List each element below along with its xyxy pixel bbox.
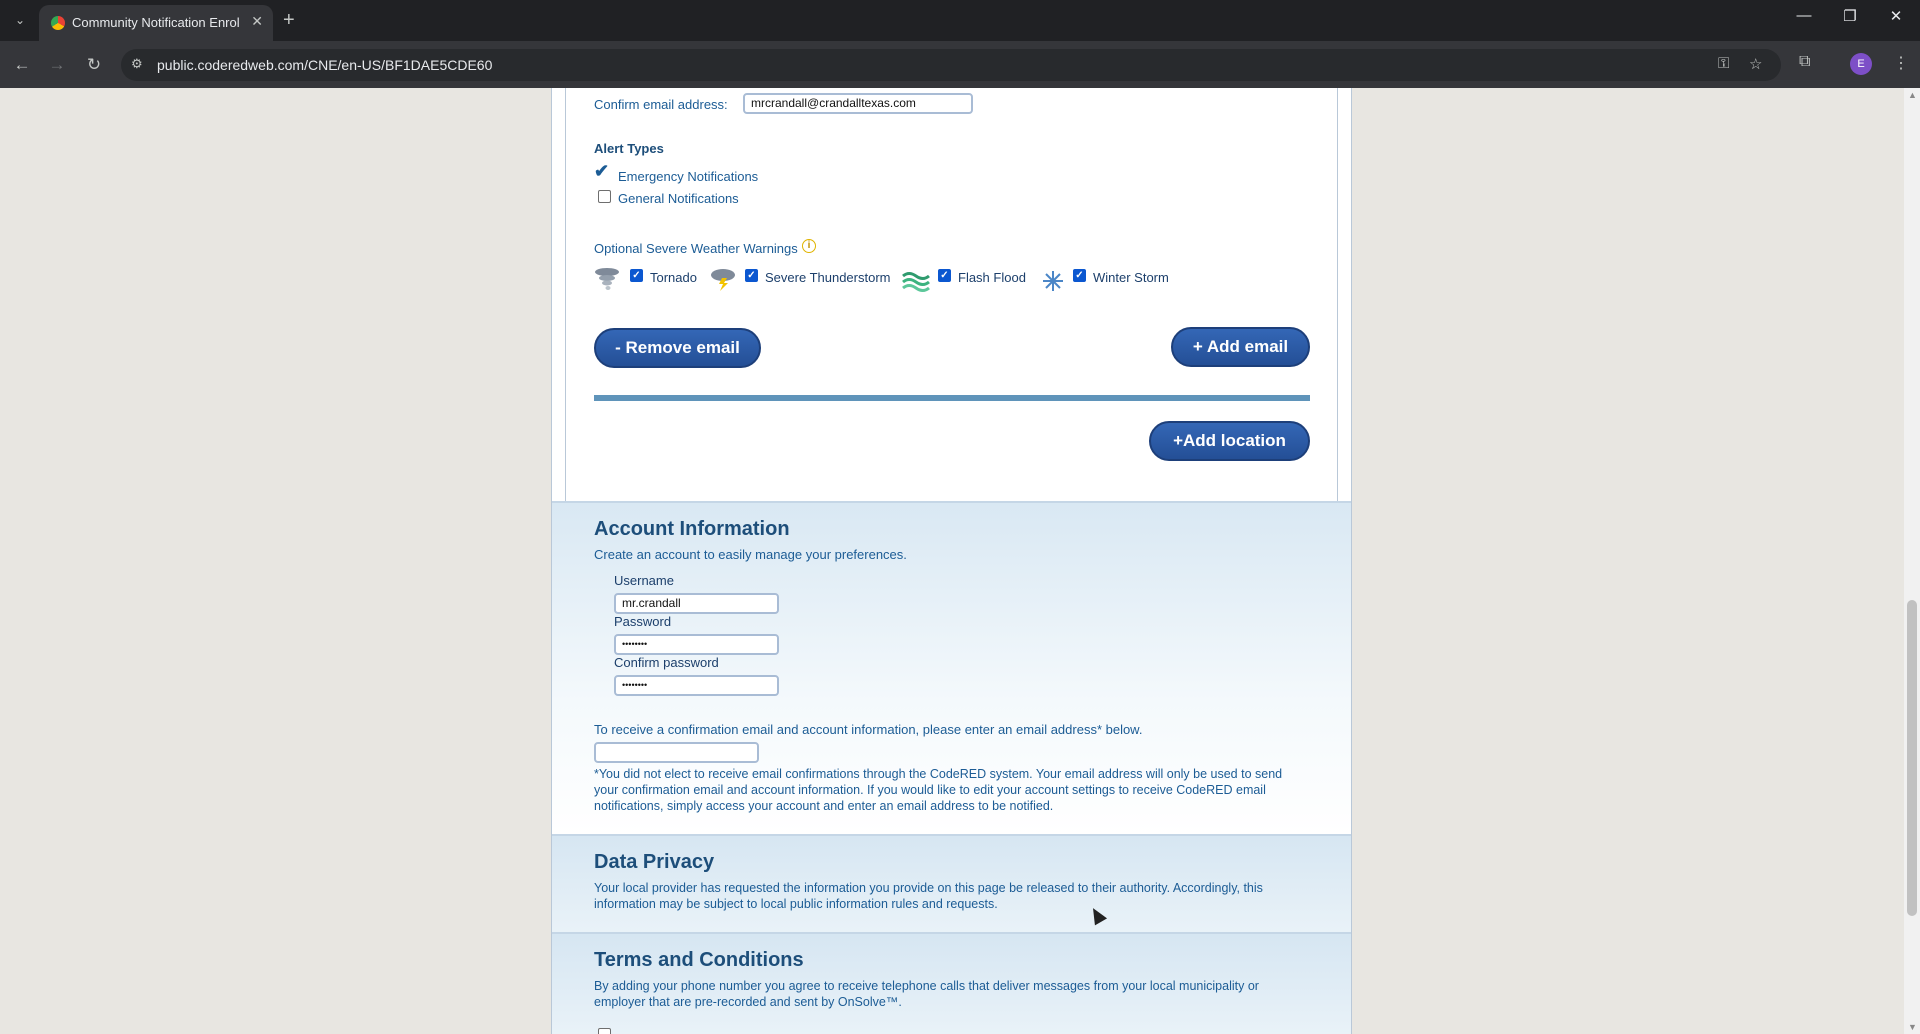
scroll-down-icon[interactable]: ▼ xyxy=(1908,1022,1917,1032)
account-subtitle: Create an account to easily manage your … xyxy=(594,547,907,562)
profile-avatar[interactable]: E xyxy=(1850,53,1872,75)
address-bar[interactable]: ⚙ public.coderedweb.com/CNE/en-US/BF1DAE… xyxy=(121,49,1781,81)
flash-flood-icon xyxy=(902,272,930,292)
terms-text: By adding your phone number you agree to… xyxy=(594,979,1259,1009)
remove-email-button[interactable]: - Remove email xyxy=(594,328,761,368)
tab-strip: ⌄ Community Notification Enrollm ✕ + — ❐… xyxy=(0,0,1920,41)
password-field[interactable]: •••••••• xyxy=(614,634,779,655)
page-scrollbar[interactable]: ▲ ▼ xyxy=(1904,88,1920,1034)
severe-thunderstorm-checkbox[interactable]: ✓ xyxy=(745,269,758,282)
extensions-icon[interactable]: ⧉ xyxy=(1799,53,1810,71)
confirmation-email-prompt: To receive a confirmation email and acco… xyxy=(594,722,1143,737)
thunderstorm-icon xyxy=(711,269,735,291)
confirm-email-label: Confirm email address: xyxy=(594,97,728,112)
back-icon[interactable]: ← xyxy=(8,51,36,79)
tab-community-notification[interactable]: Community Notification Enrollm ✕ xyxy=(39,5,273,41)
url-text: public.coderedweb.com/CNE/en-US/BF1DAE5C… xyxy=(157,57,493,73)
data-privacy-title: Data Privacy xyxy=(594,851,715,873)
confirm-email-field[interactable]: mrcrandall@crandalltexas.com xyxy=(743,93,973,114)
browser-toolbar: ← → ↻ ⚙ public.coderedweb.com/CNE/en-US/… xyxy=(0,41,1920,88)
confirm-password-label: Confirm password xyxy=(614,655,719,670)
confirm-password-field[interactable]: •••••••• xyxy=(614,675,779,696)
emergency-notifications-label: Emergency Notifications xyxy=(618,169,759,184)
reload-icon[interactable]: ↻ xyxy=(80,51,108,79)
page-viewport: Confirm email address: mrcrandall@cranda… xyxy=(0,88,1904,1034)
username-label: Username xyxy=(614,573,674,588)
site-info-icon[interactable]: ⚙ xyxy=(131,56,143,72)
terms-title: Terms and Conditions xyxy=(594,949,804,971)
favicon-icon xyxy=(51,16,65,30)
password-key-icon[interactable]: ⚿ xyxy=(1718,55,1729,72)
tornado-label: Tornado xyxy=(650,270,697,285)
password-label: Password xyxy=(614,614,672,629)
close-window-icon[interactable]: ✕ xyxy=(1884,7,1908,25)
scroll-up-icon[interactable]: ▲ xyxy=(1908,90,1917,100)
account-information-title: Account Information xyxy=(594,518,790,540)
add-location-button[interactable]: +Add location xyxy=(1149,421,1310,461)
winter-storm-label: Winter Storm xyxy=(1093,270,1169,285)
username-field[interactable]: mr.crandall xyxy=(614,593,779,614)
tornado-icon xyxy=(595,268,619,290)
tab-title: Community Notification Enrollm xyxy=(72,15,240,30)
bookmark-star-icon[interactable]: ☆ xyxy=(1749,55,1762,73)
scroll-thumb[interactable] xyxy=(1907,600,1917,916)
tab-search-icon[interactable]: ⌄ xyxy=(8,8,32,32)
info-icon[interactable]: i xyxy=(802,239,816,253)
severe-thunderstorm-label: Severe Thunderstorm xyxy=(765,270,891,285)
emergency-checkmark-icon: ✔ xyxy=(594,161,610,181)
general-notifications-checkbox[interactable] xyxy=(598,190,611,203)
restore-icon[interactable]: ❐ xyxy=(1838,7,1862,25)
alert-types-title: Alert Types xyxy=(594,141,664,156)
close-icon[interactable]: ✕ xyxy=(251,13,263,30)
confirmation-email-field[interactable] xyxy=(594,742,759,763)
confirmation-email-note: *You did not elect to receive email conf… xyxy=(594,767,1283,813)
flash-flood-label: Flash Flood xyxy=(958,270,1026,285)
winter-storm-checkbox[interactable]: ✓ xyxy=(1073,269,1086,282)
terms-checkbox[interactable] xyxy=(598,1028,611,1034)
flash-flood-checkbox[interactable]: ✓ xyxy=(938,269,951,282)
menu-icon[interactable]: ⋮ xyxy=(1893,53,1909,73)
tornado-checkbox[interactable]: ✓ xyxy=(630,269,643,282)
data-privacy-text: Your local provider has requested the in… xyxy=(594,881,1263,911)
add-email-button[interactable]: + Add email xyxy=(1171,327,1310,367)
forward-icon[interactable]: → xyxy=(43,51,71,79)
winter-storm-icon xyxy=(1043,271,1063,291)
general-notifications-label: General Notifications xyxy=(618,191,739,206)
section-divider xyxy=(594,395,1310,401)
severe-weather-title: Optional Severe Weather Warnings xyxy=(594,241,798,256)
new-tab-icon[interactable]: + xyxy=(283,8,295,32)
minimize-icon[interactable]: — xyxy=(1792,7,1816,24)
